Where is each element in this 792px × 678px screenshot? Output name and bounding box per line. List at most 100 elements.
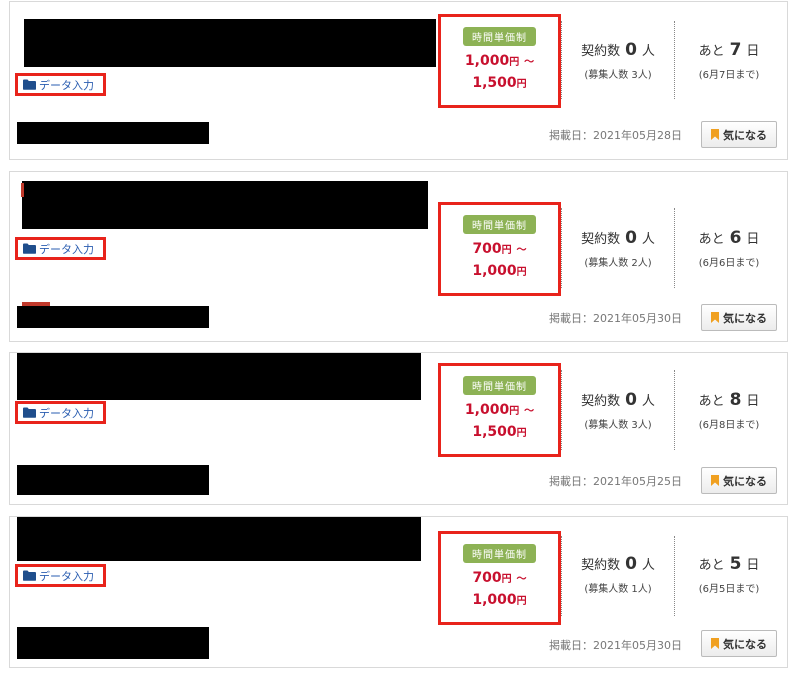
job-card: データ入力 時間単価制 700円 ～ 1,000円 契約数 0 人 (募集人数 1人… xyxy=(9,516,788,668)
client-name-redacted xyxy=(17,627,209,659)
contracts-count: 0 xyxy=(625,390,637,410)
price-max: 1,000円 xyxy=(472,592,527,608)
remain-label: あと xyxy=(698,44,725,59)
client-name-redacted xyxy=(17,306,209,328)
job-card: データ入力 時間単価制 1,000円 ～ 1,500円 契約数 0 人 (募集人数 … xyxy=(9,352,788,505)
remain-label: あと xyxy=(698,394,725,409)
bookmark-icon xyxy=(711,475,719,486)
contracts-count: 0 xyxy=(625,40,637,60)
divider xyxy=(561,21,562,99)
contracts-unit: 人 xyxy=(641,558,655,573)
remain-unit: 日 xyxy=(746,44,760,59)
job-title-redacted xyxy=(22,181,428,229)
contracts-count: 0 xyxy=(625,228,637,248)
category-link[interactable]: データ入力 xyxy=(15,73,106,96)
job-title-redacted-edge xyxy=(21,183,24,197)
folder-icon xyxy=(23,79,36,90)
wage-type-badge: 時間単価制 xyxy=(463,27,536,46)
category-link[interactable]: データ入力 xyxy=(15,401,106,424)
deadline-date: (6月5日まで) xyxy=(698,584,760,595)
contracts-info: 契約数 0 人 (募集人数 1人) xyxy=(563,554,673,595)
contracts-label: 契約数 xyxy=(581,558,621,573)
contracts-count: 0 xyxy=(625,554,637,574)
price-box: 時間単価制 1,000円 ～ 1,500円 xyxy=(438,363,561,457)
remaining-days-info: あと 8 日 (6月8日まで) xyxy=(674,390,784,431)
price-min: 700円 ～ xyxy=(472,570,527,586)
job-title-redacted xyxy=(17,353,421,400)
wage-type-badge: 時間単価制 xyxy=(463,376,536,395)
contracts-info: 契約数 0 人 (募集人数 3人) xyxy=(563,390,673,431)
contracts-unit: 人 xyxy=(641,232,655,247)
price-box: 時間単価制 700円 ～ 1,000円 xyxy=(438,531,561,625)
posted-date: 掲載日：2021年05月30日 xyxy=(549,639,682,652)
favorite-button[interactable]: 気になる xyxy=(701,121,777,148)
price-min: 1,000円 ～ xyxy=(464,402,535,418)
category-link[interactable]: データ入力 xyxy=(15,237,106,260)
job-title-redacted xyxy=(17,517,421,561)
client-name-redacted xyxy=(17,465,209,495)
favorite-label: 気になる xyxy=(723,128,767,142)
remain-days: 5 xyxy=(729,554,742,574)
recruit-count: (募集人数 3人) xyxy=(584,420,652,431)
wage-type-badge: 時間単価制 xyxy=(463,544,536,563)
contracts-info: 契約数 0 人 (募集人数 2人) xyxy=(563,228,673,269)
deadline-date: (6月6日まで) xyxy=(698,258,760,269)
price-box: 時間単価制 1,000円 ～ 1,500円 xyxy=(438,14,561,108)
wage-type-badge: 時間単価制 xyxy=(463,215,536,234)
remain-unit: 日 xyxy=(746,232,760,247)
category-label: データ入力 xyxy=(39,406,94,420)
category-link[interactable]: データ入力 xyxy=(15,564,106,587)
client-name-redacted xyxy=(17,122,209,144)
recruit-count: (募集人数 2人) xyxy=(584,258,652,269)
remain-label: あと xyxy=(698,558,725,573)
remaining-days-info: あと 6 日 (6月6日まで) xyxy=(674,228,784,269)
job-title-redacted xyxy=(24,19,436,67)
favorite-label: 気になる xyxy=(723,474,767,488)
remain-days: 8 xyxy=(729,390,742,410)
remain-days: 6 xyxy=(729,228,742,248)
price-box: 時間単価制 700円 ～ 1,000円 xyxy=(438,202,561,296)
deadline-date: (6月8日まで) xyxy=(698,420,760,431)
contracts-unit: 人 xyxy=(641,394,655,409)
posted-date: 掲載日：2021年05月25日 xyxy=(549,475,682,488)
favorite-label: 気になる xyxy=(723,311,767,325)
recruit-count: (募集人数 3人) xyxy=(584,70,652,81)
folder-icon xyxy=(23,243,36,254)
remain-unit: 日 xyxy=(746,558,760,573)
favorite-button[interactable]: 気になる xyxy=(701,304,777,331)
bookmark-icon xyxy=(711,312,719,323)
price-max: 1,000円 xyxy=(472,263,527,279)
contracts-label: 契約数 xyxy=(581,394,621,409)
remaining-days-info: あと 5 日 (6月5日まで) xyxy=(674,554,784,595)
contracts-info: 契約数 0 人 (募集人数 3人) xyxy=(563,40,673,81)
job-card: データ入力 時間単価制 700円 ～ 1,000円 契約数 0 人 (募集人数 2人… xyxy=(9,171,788,342)
divider xyxy=(561,536,562,616)
favorite-button[interactable]: 気になる xyxy=(701,467,777,494)
job-card: データ入力 時間単価制 1,000円 ～ 1,500円 契約数 0 人 (募集人数 … xyxy=(9,1,788,160)
remain-days: 7 xyxy=(729,40,742,60)
favorite-label: 気になる xyxy=(723,637,767,651)
price-min: 1,000円 ～ xyxy=(464,53,535,69)
category-label: データ入力 xyxy=(39,78,94,92)
remaining-days-info: あと 7 日 (6月7日まで) xyxy=(674,40,784,81)
bookmark-icon xyxy=(711,129,719,140)
deadline-date: (6月7日まで) xyxy=(698,70,760,81)
price-min: 700円 ～ xyxy=(472,241,527,257)
contracts-label: 契約数 xyxy=(581,232,621,247)
posted-date: 掲載日：2021年05月30日 xyxy=(549,312,682,325)
divider xyxy=(561,370,562,450)
folder-icon xyxy=(23,407,36,418)
remain-label: あと xyxy=(698,232,725,247)
bookmark-icon xyxy=(711,638,719,649)
favorite-button[interactable]: 気になる xyxy=(701,630,777,657)
contracts-label: 契約数 xyxy=(581,44,621,59)
category-label: データ入力 xyxy=(39,569,94,583)
posted-date: 掲載日：2021年05月28日 xyxy=(549,129,682,142)
price-max: 1,500円 xyxy=(472,75,527,91)
divider xyxy=(561,208,562,288)
price-max: 1,500円 xyxy=(472,424,527,440)
remain-unit: 日 xyxy=(746,394,760,409)
contracts-unit: 人 xyxy=(641,44,655,59)
recruit-count: (募集人数 1人) xyxy=(584,584,652,595)
category-label: データ入力 xyxy=(39,242,94,256)
